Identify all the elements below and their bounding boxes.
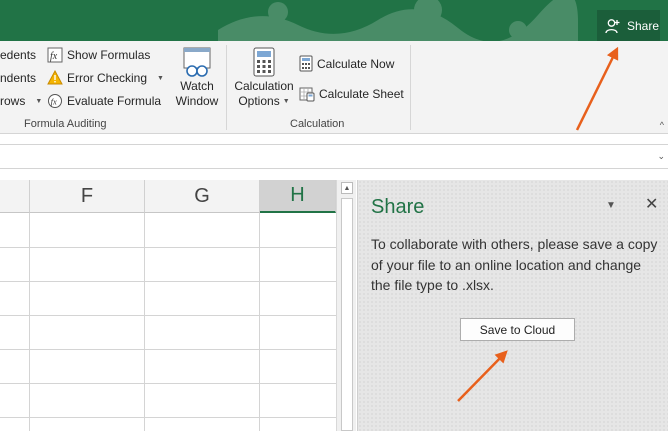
close-icon[interactable]: ✕ [645,194,658,214]
watch-window-label-1: Watch [180,79,214,93]
share-pane-message: To collaborate with others, please save … [371,236,658,293]
save-to-cloud-button[interactable]: Save to Cloud [460,318,575,341]
show-formulas-icon: fx [47,47,63,63]
add-person-icon [605,18,620,33]
watch-window-label-2: Window [175,94,219,108]
calculate-now-icon [299,55,313,72]
title-bar-decoration-icon [218,0,578,41]
vertical-scrollbar[interactable]: ▲ [336,180,356,431]
title-bar: Share [0,0,668,41]
svg-text:fx: fx [50,51,58,62]
calculation-options-label-1: Calculation [234,79,294,93]
expand-formula-bar-icon[interactable]: ⌄ [657,151,665,162]
column-header-f[interactable]: F [30,180,145,213]
gridline [29,213,30,431]
calculation-group-label: Calculation [290,118,345,130]
error-checking-button[interactable]: Error Checking ▼ [47,70,164,86]
collapse-ribbon-icon[interactable]: ^ [660,120,664,130]
calculate-now-button[interactable]: Calculate Now [299,55,394,72]
column-header-g[interactable]: G [145,180,260,213]
trace-dependents-button[interactable]: ndents [0,71,36,85]
evaluate-formula-button[interactable]: fx Evaluate Formula [47,93,161,109]
formula-bar-gap [0,169,668,180]
chevron-down-icon[interactable]: ▼ [157,75,164,82]
formula-bar[interactable]: ⌄ [0,144,668,169]
remove-arrows-label: rows [0,94,26,108]
share-pane-title: Share [371,196,425,218]
calculate-now-label: Calculate Now [317,56,395,71]
gridline [0,247,336,248]
gridline [0,417,336,418]
gridline [259,213,260,431]
calculate-sheet-icon [299,87,315,102]
calculate-sheet-label: Calculate Sheet [319,87,404,101]
share-button-label: Share [627,18,660,33]
remove-arrows-button[interactable]: rows ▼ [0,94,42,108]
scroll-up-icon[interactable]: ▲ [341,182,353,194]
trace-precedents-button[interactable]: edents [0,48,36,62]
evaluate-formula-label: Evaluate Formula [67,94,162,108]
error-checking-icon [47,70,63,85]
show-formulas-label: Show Formulas [67,48,151,62]
gridline [0,349,336,350]
svg-text:fx: fx [51,97,57,107]
column-header-h[interactable]: H [260,180,336,213]
group-divider [226,45,227,130]
evaluate-formula-icon: fx [48,94,62,108]
group-divider [410,45,411,130]
calculation-options-button[interactable]: Calculation Options ▼ [231,47,297,109]
gridline [0,281,336,282]
chevron-down-icon: ▼ [35,97,43,105]
worksheet-grid[interactable]: F G H [0,180,336,431]
share-pane: Share ▼ ✕ To collaborate with others, pl… [357,180,668,431]
gridline [144,213,145,431]
watch-window-button[interactable]: Watch Window [172,47,222,109]
calculate-sheet-button[interactable]: Calculate Sheet [299,86,404,102]
show-formulas-button[interactable]: fx Show Formulas [47,47,150,63]
ribbon: edents ndents rows ▼ fx Show Formulas Er… [0,41,668,134]
error-checking-label: Error Checking [67,71,148,85]
scrollbar-thumb[interactable] [341,198,353,431]
save-to-cloud-label: Save to Cloud [479,322,556,337]
trace-dependents-label: ndents [0,71,37,85]
calculation-options-label-2: Options [238,94,280,108]
ribbon-gap [0,134,668,144]
chevron-down-icon: ▼ [282,98,290,105]
gridline [0,383,336,384]
formula-auditing-group-label: Formula Auditing [24,118,107,130]
column-header-e[interactable] [0,180,30,213]
watch-window-icon [183,47,211,77]
share-button[interactable]: Share [597,10,660,41]
pane-options-chevron-icon[interactable]: ▼ [606,200,616,211]
gridline [0,315,336,316]
trace-precedents-label: edents [0,48,37,62]
calculator-icon [253,47,275,77]
